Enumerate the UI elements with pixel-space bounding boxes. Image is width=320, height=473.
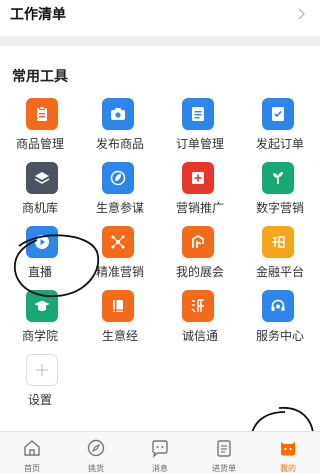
tool-opportunity-library[interactable]: 商机库 [4,162,84,226]
add-icon [26,354,58,386]
headset-icon [262,290,294,322]
tab-purchase-list[interactable]: 进货单 [192,432,256,473]
tool-settings[interactable]: 设置 [4,354,84,418]
tab-browse[interactable]: 挑货 [64,432,128,473]
tool-label: 数字营销 [255,201,304,215]
tab-label: 首页 [24,464,40,473]
tool-label: 诚信通 [181,329,218,343]
section-title: 常用工具 [12,69,68,85]
tool-service-center[interactable]: 服务中心 [240,290,320,354]
work-list-card[interactable]: 工作清单 [0,0,320,36]
tool-product-management[interactable]: 商品管理 [4,98,84,162]
book-icon [102,290,134,322]
tool-label: 营销推广 [175,201,224,215]
work-list-title: 工作清单 [10,7,66,23]
common-tools-card: 常用工具 商品管理 发布商品 订单管理 发起订单 商机库 生意参谋 营销推广 数… [0,46,320,431]
tool-label: 金融平台 [255,265,304,279]
tab-home[interactable]: 首页 [0,432,64,473]
tool-publish-product[interactable]: 发布商品 [80,98,160,162]
tool-my-exhibitions[interactable]: 我的展会 [160,226,240,290]
camera-icon [102,98,134,130]
compass-icon [87,439,105,457]
order-icon [262,98,294,130]
tool-label: 精准营销 [95,265,144,279]
tool-order-management[interactable]: 订单管理 [160,98,240,162]
tool-digital-marketing[interactable]: 数字营销 [240,162,320,226]
tool-label: 服务中心 [255,329,304,343]
tool-label: 发起订单 [255,137,304,151]
network-icon [102,226,134,258]
chat-icon [152,440,168,458]
chevron-right-icon [298,8,305,20]
tab-label: 我的 [280,464,296,473]
tool-live-stream[interactable]: 直播 [4,226,84,290]
leaf-icon [102,162,134,194]
graduation-cap-icon [26,290,58,322]
finance-icon [262,226,294,258]
tab-label: 挑货 [88,464,104,473]
tool-precision-marketing[interactable]: 精准营销 [80,226,160,290]
list-icon [182,98,214,130]
cart-list-icon [217,440,231,457]
tab-label: 进货单 [212,464,236,473]
tool-chengxintong[interactable]: 诚信通 [160,290,240,354]
tool-business-advisor[interactable]: 生意参谋 [80,162,160,226]
expo-icon [182,226,214,258]
profile-icon [281,442,295,456]
tool-business-classic[interactable]: 生意经 [80,290,160,354]
plus-card-icon [182,162,214,194]
tool-label: 设置 [27,393,52,407]
tool-create-order[interactable]: 发起订单 [240,98,320,162]
tool-label: 生意经 [101,329,138,343]
tool-marketing-promotion[interactable]: 营销推广 [160,162,240,226]
tool-label: 生意参谋 [95,201,144,215]
tab-profile[interactable]: 我的 [256,432,320,473]
tool-label: 商学院 [21,329,58,343]
chengxin-icon [182,290,214,322]
tool-finance-platform[interactable]: 金融平台 [240,226,320,290]
home-icon [24,440,40,456]
tab-label: 消息 [152,464,168,473]
tool-label: 商机库 [21,201,58,215]
layers-icon [26,162,58,194]
clipboard-icon [26,98,58,130]
tool-label: 商品管理 [15,137,64,151]
tool-label: 发布商品 [95,137,144,151]
sprout-icon [262,162,294,194]
tool-label: 订单管理 [175,137,224,151]
bottom-tab-bar: 首页 挑货 消息 进货单 我的 [0,431,320,473]
tool-label: 直播 [27,265,52,279]
tab-messages[interactable]: 消息 [128,432,192,473]
tool-label: 我的展会 [175,265,224,279]
play-icon [26,226,58,258]
tool-business-school[interactable]: 商学院 [4,290,84,354]
